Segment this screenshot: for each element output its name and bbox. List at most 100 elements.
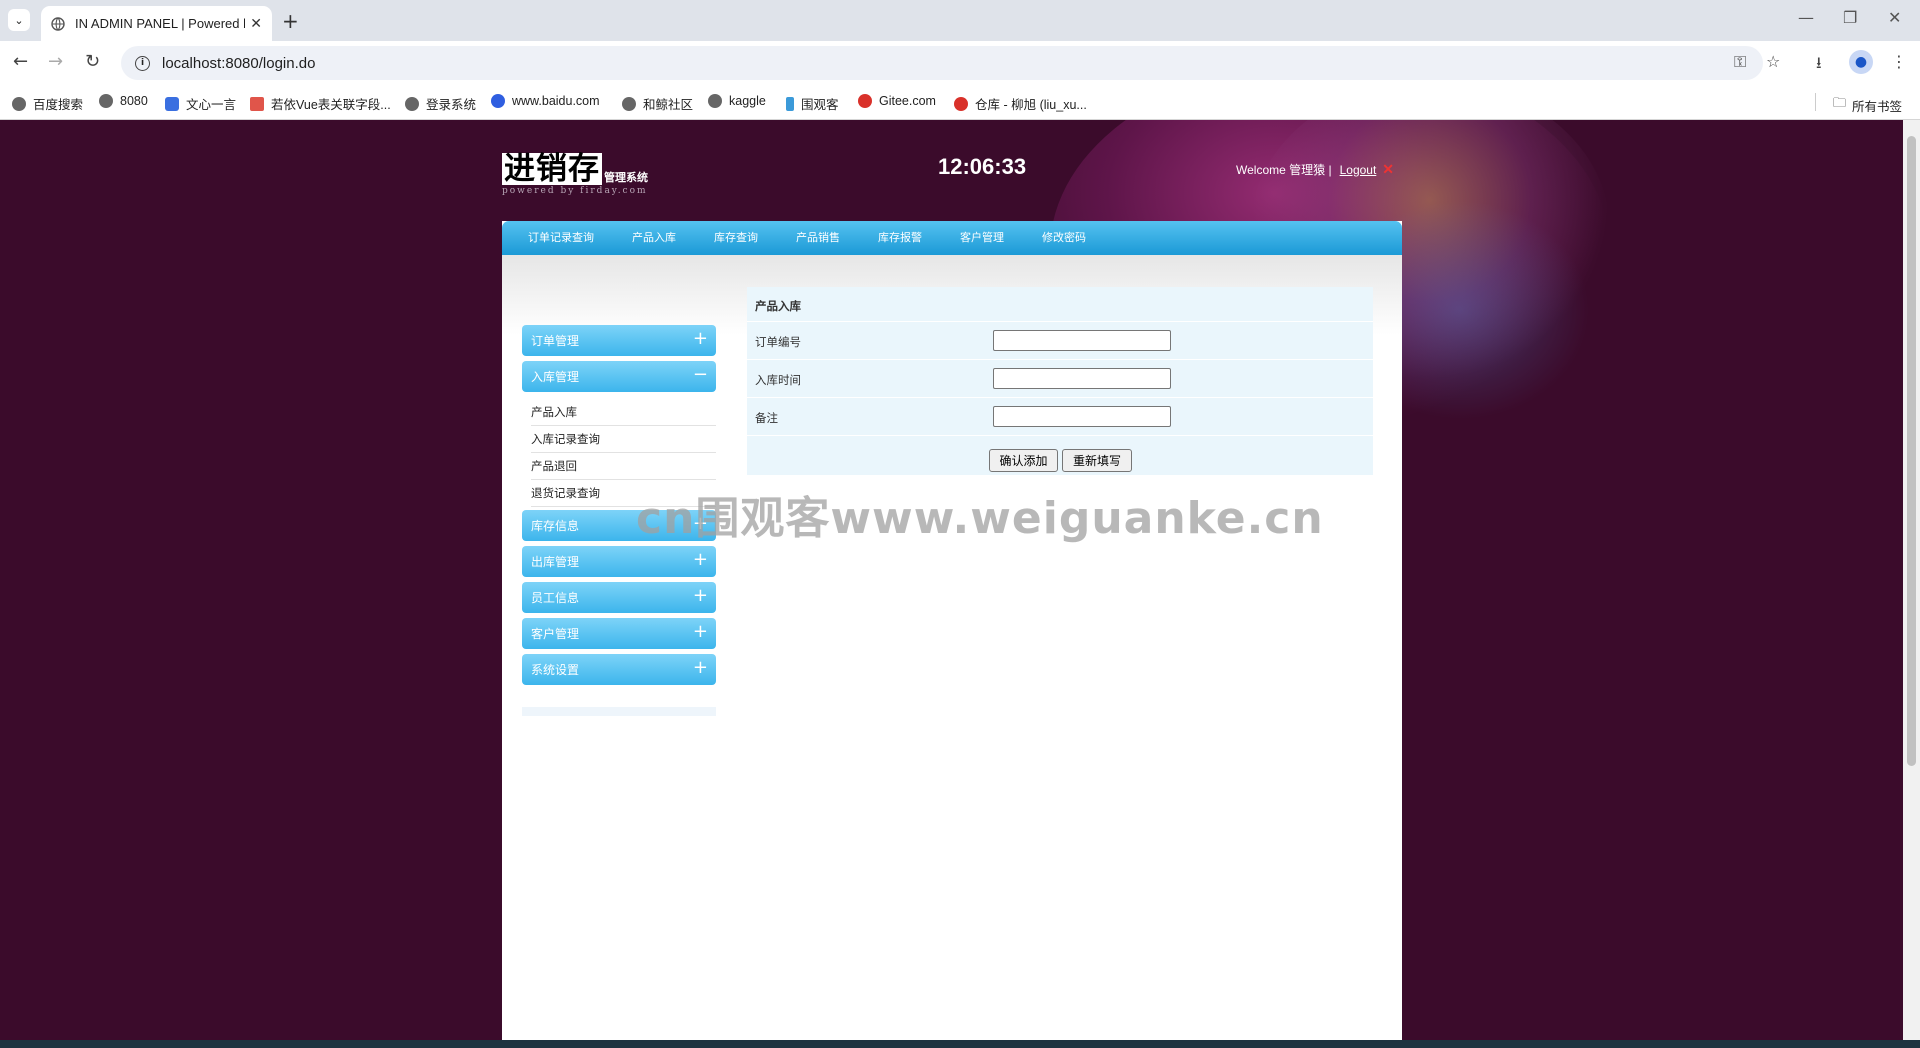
remark-input[interactable] bbox=[993, 406, 1171, 427]
plus-icon: + bbox=[692, 328, 708, 349]
submit-button[interactable]: 确认添加 bbox=[989, 449, 1058, 472]
sidebar-subitem[interactable]: 产品退回 bbox=[531, 453, 716, 480]
stock-in-time-label: 入库时间 bbox=[755, 373, 801, 387]
url-text[interactable]: localhost:8080/login.do bbox=[162, 55, 315, 72]
globe-icon bbox=[622, 96, 636, 111]
profile-avatar-icon[interactable]: ● bbox=[1849, 50, 1873, 74]
form-title: 产品入库 bbox=[755, 299, 801, 313]
bookmark-item[interactable]: 登录系统 bbox=[405, 94, 476, 113]
stock-in-form: 产品入库 订单编号 入库时间 备注 确认添加 重新填写 bbox=[747, 287, 1373, 475]
jian-icon bbox=[250, 96, 264, 111]
plus-icon: + bbox=[692, 657, 708, 678]
globe-icon bbox=[12, 96, 26, 111]
more-menu-icon[interactable]: ⋮ bbox=[1891, 52, 1907, 71]
scrollbar-thumb[interactable] bbox=[1907, 136, 1916, 766]
address-bar[interactable]: i localhost:8080/login.do bbox=[121, 46, 1763, 80]
logo-sub-text: 管理系统 bbox=[604, 171, 648, 184]
close-tab-icon[interactable]: ✕ bbox=[250, 16, 262, 32]
globe-icon bbox=[99, 94, 113, 108]
password-key-icon[interactable]: ⚿ bbox=[1734, 52, 1746, 72]
tab-title: IN ADMIN PANEL | Powered b bbox=[75, 16, 245, 31]
bookmark-star-icon[interactable]: ☆ bbox=[1766, 52, 1780, 71]
top-menu-item[interactable]: 订单记录查询 bbox=[528, 221, 594, 255]
wenxin-icon bbox=[165, 96, 179, 111]
bookmark-item[interactable]: www.baidu.com bbox=[491, 94, 600, 108]
watermark-text: cn围观客www.weiguanke.cn bbox=[636, 493, 1324, 544]
order-no-label: 订单编号 bbox=[755, 335, 801, 349]
top-menu-item[interactable]: 产品入库 bbox=[632, 221, 676, 255]
weiguanke-icon bbox=[786, 96, 794, 111]
main-panel: 订单记录查询 产品入库 库存查询 产品销售 库存报警 客户管理 修改密码 订单管… bbox=[502, 221, 1402, 1040]
sidebar-subitem[interactable]: 产品入库 bbox=[531, 399, 716, 426]
bookmark-item[interactable]: 仓库 - 柳旭 (liu_xu... bbox=[954, 94, 1087, 113]
browser-tab-active[interactable]: IN ADMIN PANEL | Powered b ✕ bbox=[41, 6, 272, 41]
order-no-input[interactable] bbox=[993, 330, 1171, 351]
remark-label: 备注 bbox=[755, 411, 778, 425]
forward-icon[interactable]: → bbox=[48, 51, 63, 72]
welcome-text: Welcome 管理猿 | bbox=[1236, 163, 1332, 177]
sidebar-section-staff[interactable]: 员工信息 + bbox=[522, 582, 716, 613]
bookmarks-divider bbox=[1815, 93, 1816, 111]
plus-icon: + bbox=[692, 585, 708, 606]
logout-x-icon[interactable]: ✕ bbox=[1382, 161, 1394, 178]
page-viewport: 进销存 管理系统 powered by firday.com 12:06:33 W… bbox=[0, 120, 1903, 1040]
new-tab-icon[interactable]: + bbox=[282, 9, 299, 33]
close-window-icon[interactable]: ✕ bbox=[1888, 8, 1901, 27]
bookmarks-bar: 百度搜索 8080 文心一言 若依Vue表关联字段... 登录系统 www.ba… bbox=[0, 84, 1920, 120]
globe-icon bbox=[51, 16, 65, 31]
stock-in-time-input[interactable] bbox=[993, 368, 1171, 389]
bookmark-item[interactable]: 若依Vue表关联字段... bbox=[250, 94, 391, 113]
top-menu-item[interactable]: 修改密码 bbox=[1042, 221, 1086, 255]
download-icon[interactable]: ⭳ bbox=[1816, 52, 1822, 79]
top-menu-item[interactable]: 客户管理 bbox=[960, 221, 1004, 255]
form-row-stock-in-time: 入库时间 bbox=[747, 360, 1373, 398]
globe-icon bbox=[708, 94, 722, 108]
gitee-icon bbox=[954, 96, 968, 111]
restore-icon[interactable]: ❐ bbox=[1843, 8, 1857, 27]
globe-icon bbox=[405, 96, 419, 111]
baidu-paw-icon bbox=[491, 94, 505, 108]
back-icon[interactable]: ← bbox=[13, 51, 28, 72]
sidebar-section-settings[interactable]: 系统设置 + bbox=[522, 654, 716, 685]
form-row-remark: 备注 bbox=[747, 398, 1373, 436]
top-menu-item[interactable]: 库存查询 bbox=[714, 221, 758, 255]
sidebar-section-customer[interactable]: 客户管理 + bbox=[522, 618, 716, 649]
browser-tab-bar: ⌄ IN ADMIN PANEL | Powered b ✕ + — ❐ ✕ bbox=[0, 0, 1920, 41]
bookmark-item[interactable]: Gitee.com bbox=[858, 94, 936, 108]
logo-main-text: 进销存 bbox=[502, 151, 602, 187]
site-logo: 进销存 管理系统 powered by firday.com bbox=[502, 153, 648, 196]
sidebar-footer bbox=[522, 707, 716, 716]
logo-powered-text: powered by firday.com bbox=[502, 186, 648, 196]
reload-icon[interactable]: ↻ bbox=[85, 51, 100, 72]
all-bookmarks[interactable]: 🗀 所有书签 bbox=[1833, 94, 1902, 116]
form-title-row: 产品入库 bbox=[747, 287, 1373, 322]
bookmark-item[interactable]: kaggle bbox=[708, 94, 766, 108]
bookmark-item[interactable]: 百度搜索 bbox=[12, 94, 83, 113]
plus-icon: + bbox=[692, 621, 708, 642]
top-menu: 订单记录查询 产品入库 库存查询 产品销售 库存报警 客户管理 修改密码 bbox=[502, 221, 1402, 255]
site-info-icon[interactable]: i bbox=[135, 55, 150, 71]
header-clock: 12:06:33 bbox=[938, 154, 1027, 179]
bookmark-item[interactable]: 围观客 bbox=[786, 94, 839, 113]
bookmark-item[interactable]: 文心一言 bbox=[165, 94, 236, 113]
minimize-icon[interactable]: — bbox=[1798, 8, 1814, 27]
top-menu-item[interactable]: 库存报警 bbox=[878, 221, 922, 255]
page-scrollbar[interactable] bbox=[1903, 120, 1920, 1040]
os-taskbar bbox=[0, 1040, 1920, 1048]
gitee-icon bbox=[858, 94, 872, 108]
sidebar-section-stock-in[interactable]: 入库管理 − bbox=[522, 361, 716, 392]
folder-icon: 🗀 bbox=[1833, 95, 1847, 110]
minus-icon: − bbox=[692, 364, 708, 385]
tab-search-dropdown-icon[interactable]: ⌄ bbox=[8, 9, 30, 31]
sidebar-section-order[interactable]: 订单管理 + bbox=[522, 325, 716, 356]
browser-toolbar: ← → ↻ i localhost:8080/login.do ⚿ ☆ ⭳ ● … bbox=[0, 41, 1920, 84]
top-menu-item[interactable]: 产品销售 bbox=[796, 221, 840, 255]
sidebar-subitem[interactable]: 入库记录查询 bbox=[531, 426, 716, 453]
bookmark-item[interactable]: 和鲸社区 bbox=[622, 94, 693, 113]
reset-button[interactable]: 重新填写 bbox=[1062, 449, 1132, 472]
sidebar-section-stock-out[interactable]: 出库管理 + bbox=[522, 546, 716, 577]
bookmark-item[interactable]: 8080 bbox=[99, 94, 148, 108]
logout-link[interactable]: Logout bbox=[1340, 163, 1377, 177]
form-row-order-no: 订单编号 bbox=[747, 322, 1373, 360]
plus-icon: + bbox=[692, 549, 708, 570]
